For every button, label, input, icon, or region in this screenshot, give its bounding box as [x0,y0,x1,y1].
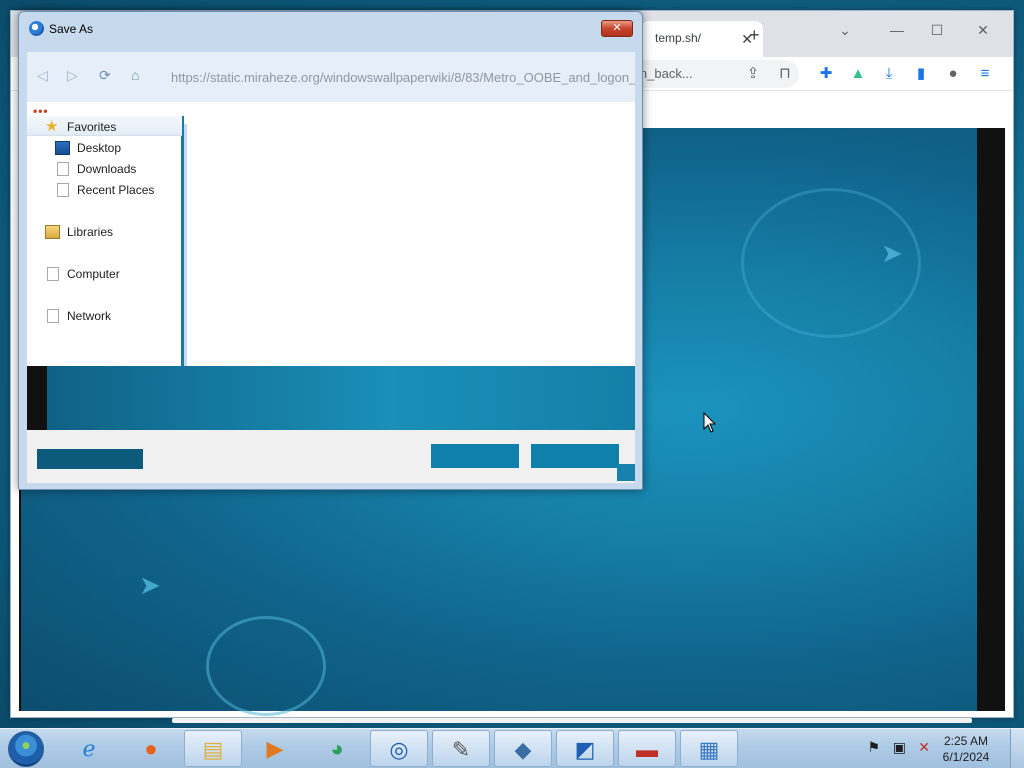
back-icon[interactable]: ◁ [37,67,48,84]
nav-item-downloads[interactable]: Downloads [55,159,136,179]
mouse-cursor-icon [703,412,717,433]
new-tab-icon[interactable]: + [749,25,760,46]
media-player-icon[interactable]: ▶ [246,730,304,767]
firefox-icon[interactable]: ● [122,730,180,767]
dialog-path-text: https://static.miraheze.org/windowswallp… [171,70,635,85]
chrome-app-icon [29,21,44,36]
dialog-title-text: Save As [49,22,94,36]
show-desktop-button[interactable] [1010,729,1024,768]
nav-item-libraries[interactable]: Libraries [45,222,113,242]
nav-item-computer[interactable]: Computer [45,264,120,284]
pen-tool-icon[interactable]: ✎ [432,730,490,767]
dialog-footer [27,430,635,483]
nav-label: Libraries [67,225,114,239]
taskbar: ℯ ● ▤ ▶ ◕ ◎ ✎ ◆ ◩ ▬ ▦ ⚑ ▣ ✕ 2:25 AM 6/1/… [0,728,1024,768]
fish-decoration-icon: ➤ [139,570,161,600]
network-tray-icon[interactable]: ▣ [893,739,906,756]
nav-label: Computer [67,267,120,281]
extensions-icon[interactable]: ✚ [814,63,838,85]
tab-search-chevron-icon[interactable]: ⌄ [825,17,865,43]
share-icon[interactable]: ⇪ [741,63,765,85]
network-icon [47,309,59,323]
nav-label: Recent Places [77,183,155,197]
navigation-pane: ★ Favorites Desktop Downloads Recent Pla… [27,116,184,366]
nav-item-network[interactable]: Network [45,306,111,326]
file-explorer-icon[interactable]: ▤ [184,730,242,767]
refresh-icon[interactable]: ⟳ [99,67,111,84]
window-close-icon[interactable]: ✕ [963,17,1003,43]
desktop-icon [55,141,70,155]
nav-item-favorites[interactable]: ★ Favorites [45,117,116,137]
dialog-title: Save As [29,19,93,39]
star-icon: ★ [45,118,59,135]
control-panel-icon[interactable]: ▦ [680,730,738,767]
bookmark-icon[interactable]: ⊓ [773,63,797,85]
browser-tab[interactable]: temp.sh/ ✕ [641,21,763,57]
green-app-icon[interactable]: ◕ [308,730,366,767]
nav-label: Desktop [77,141,122,155]
internet-explorer-icon[interactable]: ℯ [60,730,118,767]
nav-label: Network [67,309,112,323]
recent-places-icon [57,183,69,197]
tab-title: temp.sh/ [655,31,702,45]
profile-icon[interactable]: ● [941,63,965,85]
clock-time: 2:25 AM [943,734,989,748]
menu-icon[interactable]: ≡ [973,63,997,85]
swirl-decoration [206,616,326,716]
downloads-icon [57,162,69,176]
side-panel-icon[interactable]: ▮ [909,63,933,85]
dark-strip [27,366,47,430]
clock-date: 6/1/2024 [942,750,990,764]
volume-muted-icon[interactable]: ✕ [918,739,930,756]
forward-icon[interactable]: ▷ [67,67,78,84]
hide-folders-toggle[interactable] [37,449,143,469]
chrome-icon[interactable]: ◎ [370,730,428,767]
dialog-close-button[interactable]: ✕ [601,20,633,37]
computer-icon [47,267,59,281]
save-as-dialog: Save As ✕ ◁ ▷ ⟳ ⌂ https://static.mirahez… [18,11,643,490]
minimize-icon[interactable]: — [877,17,917,43]
cancel-button[interactable] [531,444,619,468]
download-icon[interactable]: ⤓ [877,63,901,85]
horizontal-scrollbar[interactable] [172,718,972,723]
flask-icon[interactable]: ▲ [846,63,870,85]
swirl-decoration [741,188,921,338]
virtualbox-icon[interactable]: ◆ [494,730,552,767]
nav-item-desktop[interactable]: Desktop [55,138,121,158]
toolbox-icon[interactable]: ▬ [618,730,676,767]
file-list-pane[interactable] [187,116,635,366]
resize-grip[interactable] [617,464,635,481]
system-clock[interactable]: 2:25 AM 6/1/2024 [934,733,998,765]
libraries-icon [45,225,60,239]
dialog-unrendered-region [27,366,635,430]
image-right-border [977,128,1005,711]
maximize-icon[interactable]: ☐ [917,17,957,43]
home-icon[interactable]: ⌂ [131,67,139,83]
nav-item-recent-places[interactable]: Recent Places [55,180,154,200]
save-button[interactable] [431,444,519,468]
ntlite-icon[interactable]: ◩ [556,730,614,767]
action-center-flag-icon[interactable]: ⚑ [867,739,880,756]
start-button[interactable] [8,731,44,767]
nav-label: Downloads [77,162,137,176]
nav-label: Favorites [67,120,117,134]
